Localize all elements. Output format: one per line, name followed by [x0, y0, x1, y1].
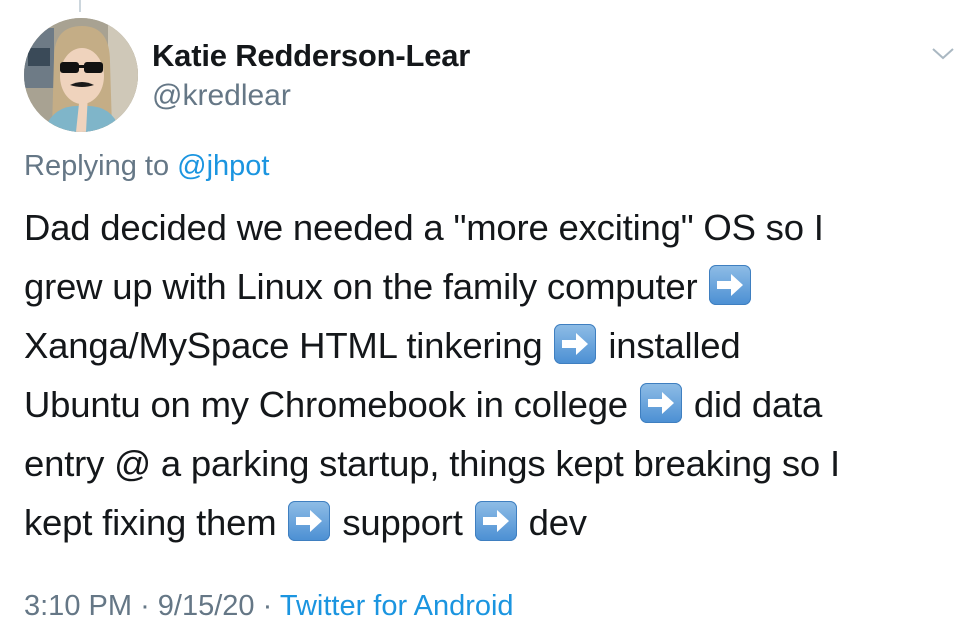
tweet-text-line: Xanga/MySpace HTML tinkering installed [24, 316, 964, 375]
tweet-text-segment: kept fixing them [24, 502, 277, 543]
arrow-right-emoji-icon [288, 501, 331, 541]
tweet-text-segment: entry @ a parking startup, things kept b… [24, 443, 840, 484]
author-display-name[interactable]: Katie Redderson-Lear [152, 38, 470, 74]
tweet-text-segment: Ubuntu on my Chromebook in college [24, 384, 628, 425]
meta-separator: · [140, 590, 150, 622]
tweet-text-line: kept fixing them support dev [24, 493, 964, 552]
meta-separator: · [262, 590, 273, 622]
tweet-source-link[interactable]: Twitter for Android [280, 590, 514, 622]
thread-connector-line [79, 0, 81, 12]
tweet-text-line: Dad decided we needed a "more exciting" … [24, 198, 964, 257]
tweet-text-segment: did data [693, 384, 823, 425]
tweet-text-segment: Xanga/MySpace HTML tinkering [24, 325, 543, 366]
chevron-down-icon[interactable] [930, 44, 956, 64]
tweet-time[interactable]: 3:10 PM [24, 590, 132, 622]
author-handle[interactable]: @kredlear [152, 79, 291, 113]
arrow-right-emoji-icon [639, 383, 682, 423]
tweet-text-line: grew up with Linux on the family compute… [24, 257, 964, 316]
replying-to-prefix: Replying to [24, 150, 170, 182]
replying-to-mention[interactable]: @jhpot [177, 150, 269, 182]
tweet-date[interactable]: 9/15/20 [158, 590, 255, 622]
tweet-text-segment: grew up with Linux on the family compute… [24, 266, 698, 307]
arrow-right-emoji-icon [554, 324, 597, 364]
avatar-image [24, 18, 138, 132]
avatar[interactable] [24, 18, 138, 132]
tweet-text-line: Ubuntu on my Chromebook in college did d… [24, 375, 964, 434]
tweet-meta: 3:10 PM · 9/15/20 · Twitter for Android [24, 590, 514, 623]
tweet-text-segment: Dad decided we needed a "more exciting" … [24, 207, 824, 248]
tweet-text-line: entry @ a parking startup, things kept b… [24, 434, 964, 493]
arrow-right-emoji-icon [709, 265, 752, 305]
tweet-text-segment: support [342, 502, 463, 543]
tweet-text-segment: dev [528, 502, 587, 543]
arrow-right-emoji-icon [474, 501, 517, 541]
tweet-text: Dad decided we needed a "more exciting" … [24, 198, 964, 552]
tweet-text-segment: installed [608, 325, 741, 366]
replying-to: Replying to @jhpot [24, 150, 269, 183]
